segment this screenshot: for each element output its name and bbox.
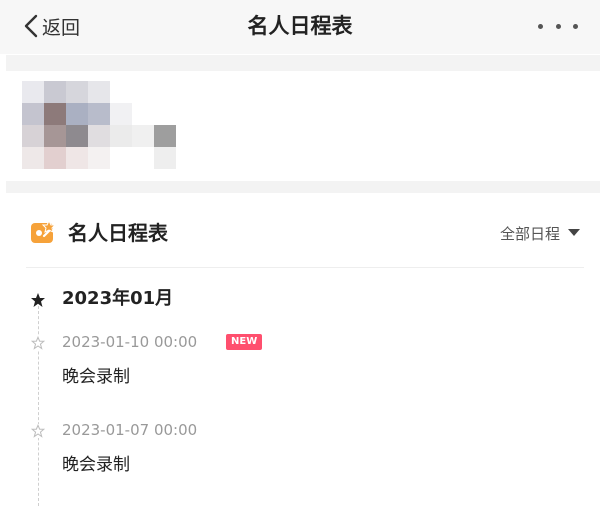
section-title: 名人日程表 <box>68 221 168 245</box>
profile-banner <box>6 55 600 193</box>
caret-down-icon <box>568 229 580 236</box>
outline-star-icon <box>31 424 45 438</box>
item-time: 2023-01-07 00:00 <box>62 421 198 439</box>
banner-card <box>6 71 600 181</box>
pixelated-avatar-image <box>22 81 192 181</box>
schedule-logo-icon <box>31 220 56 243</box>
item-title: 晚会录制 <box>62 367 130 387</box>
page-title: 名人日程表 <box>247 14 353 38</box>
new-badge: NEW <box>226 334 263 350</box>
month-heading: 2023年01月 <box>62 288 174 309</box>
schedule-timeline: 2023年01月 2023-01-10 00:00 NEW 晚会录制 2023-… <box>0 280 600 506</box>
section-divider <box>26 267 584 268</box>
outline-star-icon <box>31 336 45 350</box>
item-time: 2023-01-10 00:00 <box>62 333 198 351</box>
schedule-section-header: 名人日程表 全部日程 <box>26 210 586 256</box>
more-dots-icon[interactable] <box>538 12 578 40</box>
schedule-filter-dropdown[interactable]: 全部日程 <box>500 220 580 246</box>
filled-star-icon <box>31 293 45 307</box>
top-nav-bar: 返回 名人日程表 <box>0 0 600 54</box>
item-title: 晚会录制 <box>62 455 130 475</box>
filter-label: 全部日程 <box>499 224 560 243</box>
